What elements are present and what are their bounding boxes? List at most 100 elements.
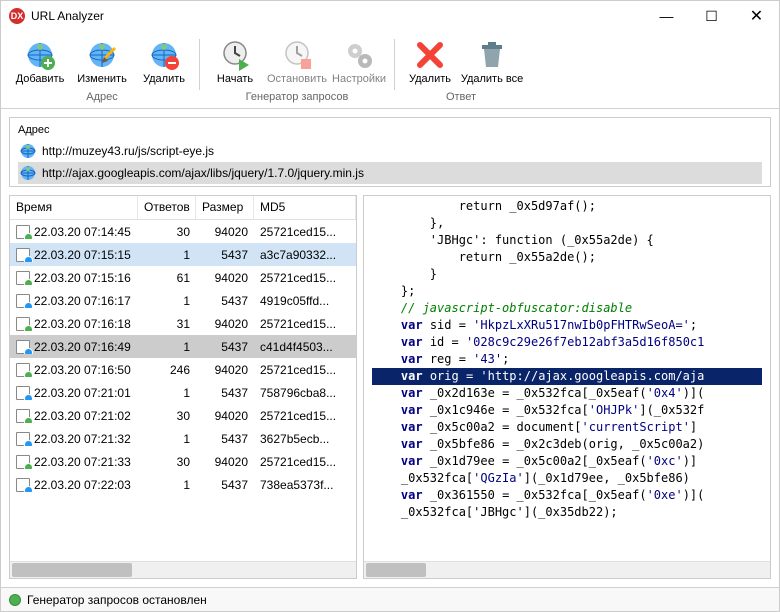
table-row[interactable]: 22.03.20 07:16:18319402025721ced15...	[10, 312, 356, 335]
maximize-button[interactable]: ☐	[689, 1, 734, 31]
grid-col-header[interactable]: Ответов	[138, 196, 196, 219]
table-row[interactable]: 22.03.20 07:15:1515437a3c7a90332...	[10, 243, 356, 266]
cell-time: 22.03.20 07:21:02	[34, 409, 131, 423]
code-line: },	[372, 215, 762, 232]
toolbar-button-label: Начать	[217, 73, 253, 85]
table-row[interactable]: 22.03.20 07:15:16619402025721ced15...	[10, 266, 356, 289]
toolbar: ДобавитьИзменитьУдалитьАдресНачатьОстано…	[1, 31, 779, 109]
globe-edit-icon	[86, 39, 118, 71]
document-icon	[16, 294, 30, 308]
table-row[interactable]: 22.03.20 07:16:17154374919c05ffd...	[10, 289, 356, 312]
address-row[interactable]: http://muzey43.ru/js/script-eye.js	[18, 140, 762, 162]
code-line: // javascript-obfuscator:disable	[372, 300, 762, 317]
cell-time: 22.03.20 07:16:49	[34, 340, 131, 354]
status-text: Генератор запросов остановлен	[27, 593, 207, 607]
toolbar-group-label: Ответ	[399, 90, 523, 108]
document-icon	[16, 225, 30, 239]
cell-md5: 25721ced15...	[254, 409, 356, 423]
grid-col-header[interactable]: MD5	[254, 196, 356, 219]
cell-responses: 1	[138, 386, 196, 400]
toolbar-button-label: Удалить	[409, 73, 451, 85]
table-row[interactable]: 22.03.20 07:21:32154373627b5ecb...	[10, 427, 356, 450]
cell-time: 22.03.20 07:16:50	[34, 363, 131, 377]
cell-md5: 738ea5373f...	[254, 478, 356, 492]
code-line: _0x532fca['QGzIa'](_0x1d79ee, _0x5bfe86)	[372, 470, 762, 487]
toolbar-delete-x-button[interactable]: Удалить	[399, 37, 461, 87]
cell-responses: 30	[138, 455, 196, 469]
status-indicator-icon	[9, 594, 21, 606]
cell-responses: 61	[138, 271, 196, 285]
toolbar-button-label: Добавить	[16, 73, 65, 85]
cell-md5: a3c7a90332...	[254, 248, 356, 262]
toolbar-clock-stop-button: Остановить	[266, 37, 328, 87]
toolbar-gears-button: Настройки	[328, 37, 390, 87]
code-line: };	[372, 283, 762, 300]
cell-size: 94020	[196, 363, 254, 377]
cell-size: 5437	[196, 478, 254, 492]
code-hscroll[interactable]	[364, 561, 770, 578]
table-row[interactable]: 22.03.20 07:21:02309402025721ced15...	[10, 404, 356, 427]
code-line: var _0x1c946e = _0x532fca['OHJPk'](_0x53…	[372, 402, 762, 419]
code-line: var _0x5c00a2 = document['currentScript'…	[372, 419, 762, 436]
code-line: 'JBHgc': function (_0x55a2de) {	[372, 232, 762, 249]
document-icon	[16, 409, 30, 423]
toolbar-button-label: Остановить	[267, 73, 327, 85]
document-icon	[16, 340, 30, 354]
cell-size: 94020	[196, 225, 254, 239]
app-icon: DX	[9, 8, 25, 24]
grid-body[interactable]: 22.03.20 07:14:45309402025721ced15... 22.…	[10, 220, 356, 561]
document-icon	[16, 248, 30, 262]
response-grid-pane: ВремяОтветовРазмерMD5 22.03.20 07:14:453…	[9, 195, 357, 579]
code-line: var sid = 'HkpzLxXRu517nwIb0pFHTRwSeoA='…	[372, 317, 762, 334]
table-row[interactable]: 22.03.20 07:22:0315437738ea5373f...	[10, 473, 356, 496]
code-line: var _0x1d79ee = _0x5c00a2[_0x5eaf('0xc')…	[372, 453, 762, 470]
close-button[interactable]: ✕	[734, 1, 779, 31]
address-url: http://muzey43.ru/js/script-eye.js	[42, 144, 214, 158]
cell-responses: 30	[138, 409, 196, 423]
table-row[interactable]: 22.03.20 07:16:502469402025721ced15...	[10, 358, 356, 381]
toolbar-globe-edit-button[interactable]: Изменить	[71, 37, 133, 87]
cell-md5: 758796cba8...	[254, 386, 356, 400]
cell-responses: 1	[138, 432, 196, 446]
table-row[interactable]: 22.03.20 07:16:4915437c41d4f4503...	[10, 335, 356, 358]
minimize-button[interactable]: —	[644, 1, 689, 31]
toolbar-trash-button[interactable]: Удалить все	[461, 37, 523, 87]
code-line: var _0x5bfe86 = _0x2c3deb(orig, _0x5c00a…	[372, 436, 762, 453]
cell-size: 5437	[196, 432, 254, 446]
document-icon	[16, 455, 30, 469]
globe-icon	[20, 143, 36, 159]
cell-time: 22.03.20 07:21:01	[34, 386, 131, 400]
code-line: var orig = 'http://ajax.googleapis.com/a…	[372, 368, 762, 385]
address-row[interactable]: http://ajax.googleapis.com/ajax/libs/jqu…	[18, 162, 762, 184]
cell-md5: 25721ced15...	[254, 317, 356, 331]
code-line: var reg = '43';	[372, 351, 762, 368]
document-icon	[16, 386, 30, 400]
grid-col-header[interactable]: Время	[10, 196, 138, 219]
toolbar-clock-play-button[interactable]: Начать	[204, 37, 266, 87]
cell-md5: 25721ced15...	[254, 455, 356, 469]
cell-time: 22.03.20 07:15:16	[34, 271, 131, 285]
grid-hscroll[interactable]	[10, 561, 356, 578]
table-row[interactable]: 22.03.20 07:14:45309402025721ced15...	[10, 220, 356, 243]
clock-play-icon	[219, 39, 251, 71]
toolbar-group-label: Адрес	[9, 90, 195, 108]
cell-time: 22.03.20 07:22:03	[34, 478, 131, 492]
table-row[interactable]: 22.03.20 07:21:33309402025721ced15...	[10, 450, 356, 473]
cell-time: 22.03.20 07:16:17	[34, 294, 131, 308]
table-row[interactable]: 22.03.20 07:21:01 15437758796cba8...	[10, 381, 356, 404]
toolbar-globe-remove-button[interactable]: Удалить	[133, 37, 195, 87]
document-icon	[16, 363, 30, 377]
cell-md5: 3627b5ecb...	[254, 432, 356, 446]
grid-col-header[interactable]: Размер	[196, 196, 254, 219]
cell-time: 22.03.20 07:16:18	[34, 317, 131, 331]
titlebar: DX URL Analyzer — ☐ ✕	[1, 1, 779, 31]
window-title: URL Analyzer	[31, 9, 644, 23]
cell-size: 5437	[196, 386, 254, 400]
toolbar-globe-plus-button[interactable]: Добавить	[9, 37, 71, 87]
cell-time: 22.03.20 07:15:15	[34, 248, 131, 262]
cell-responses: 1	[138, 248, 196, 262]
code-view[interactable]: return _0x5d97af(); }, 'JBHgc': function…	[364, 196, 770, 561]
cell-size: 5437	[196, 294, 254, 308]
document-icon	[16, 432, 30, 446]
cell-size: 5437	[196, 340, 254, 354]
